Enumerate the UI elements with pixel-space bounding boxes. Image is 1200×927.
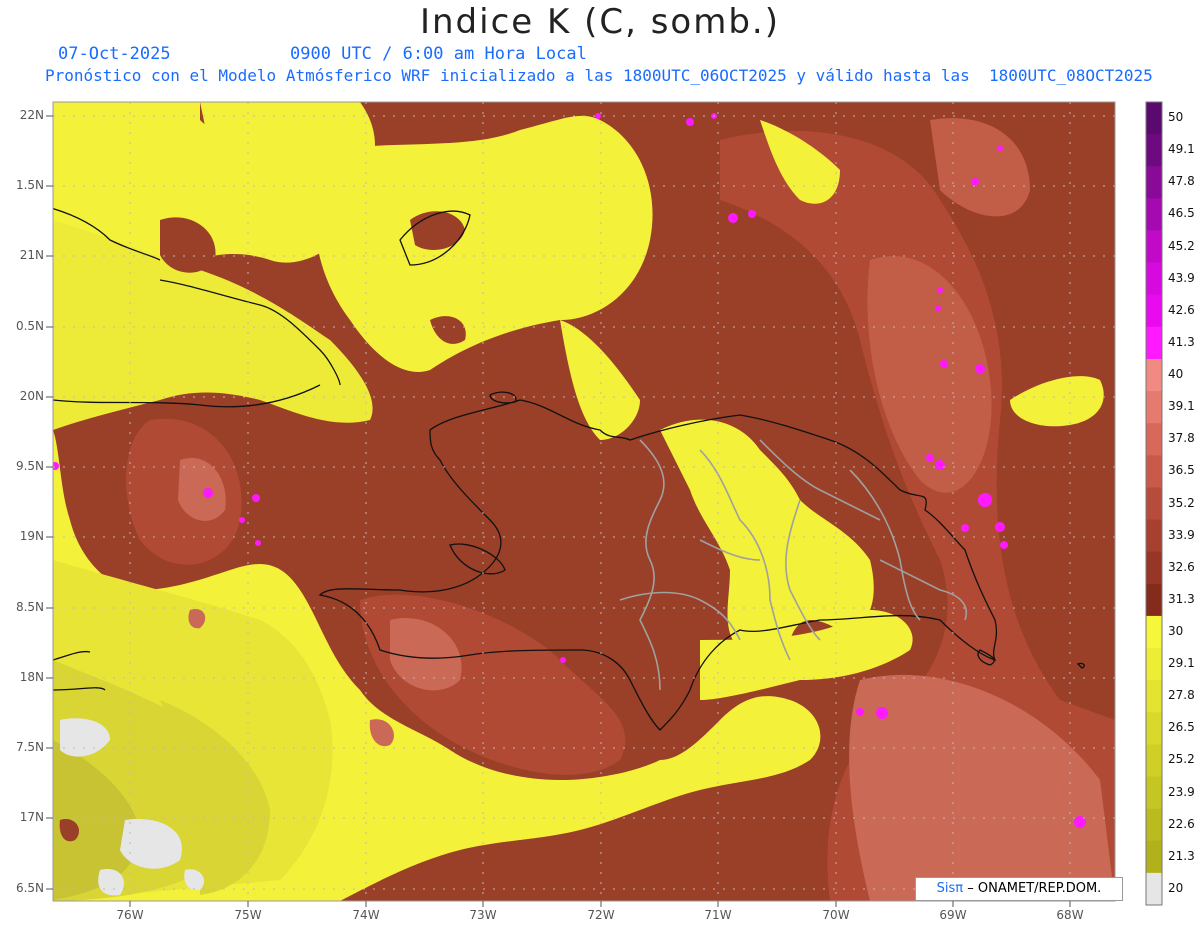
colorbar-label: 23.9 — [1168, 784, 1195, 799]
colorbar-label: 47.8 — [1168, 174, 1195, 189]
colorbar-swatch — [1146, 712, 1162, 745]
colorbar-swatch — [1146, 583, 1162, 617]
colorbar-label: 26.5 — [1168, 720, 1195, 735]
colorbar-label: 32.6 — [1168, 559, 1195, 574]
lat-label: 8.5N — [15, 600, 44, 614]
colorbar-swatch — [1146, 744, 1162, 778]
lat-label: 17N — [19, 810, 44, 824]
colorbar-label: 36.5 — [1168, 463, 1195, 478]
forecast-subtitle: Pronóstico con el Modelo Atmósferico WRF… — [45, 66, 1153, 85]
lat-label: 6.5N — [15, 881, 44, 895]
colorbar-swatch — [1146, 615, 1162, 649]
colorbar-swatch — [1146, 680, 1162, 713]
colorbar-label: 43.9 — [1168, 270, 1195, 285]
lon-label: 74W — [352, 908, 380, 922]
colorbar-label: 40 — [1168, 367, 1184, 382]
colorbar-label: 30 — [1168, 623, 1184, 638]
forecast-map — [46, 101, 1163, 907]
lon-label: 76W — [116, 908, 144, 922]
colorbar-swatch — [1146, 230, 1162, 264]
colorbar-label: 31.3 — [1168, 591, 1195, 606]
lat-label: 19N — [19, 529, 44, 543]
colorbar-swatch — [1146, 294, 1162, 328]
colorbar — [1145, 101, 1163, 906]
colorbar-swatch — [1146, 519, 1162, 553]
colorbar-swatch — [1146, 487, 1162, 521]
k-index-field — [53, 102, 1115, 901]
colorbar-label: 29.1 — [1168, 656, 1195, 671]
colorbar-swatch — [1146, 198, 1162, 231]
page-title: Indice K (C, somb.) — [419, 2, 781, 42]
colorbar-label: 50 — [1168, 110, 1184, 125]
forecast-date: 07-Oct-2025 — [58, 44, 171, 64]
colorbar-swatch — [1146, 423, 1162, 456]
colorbar-swatch — [1146, 134, 1162, 167]
lon-label: 68W — [1056, 908, 1084, 922]
colorbar-swatch — [1146, 391, 1162, 424]
lat-label: 7.5N — [15, 740, 44, 754]
lon-label: 72W — [587, 908, 615, 922]
credit-brand: Sisπ — [936, 881, 964, 896]
colorbar-swatch — [1146, 551, 1162, 585]
colorbar-swatch — [1146, 648, 1162, 681]
colorbar-swatch — [1146, 102, 1162, 135]
lat-label: 0.5N — [15, 319, 44, 333]
colorbar-swatch — [1146, 872, 1162, 906]
colorbar-label: 45.2 — [1168, 238, 1195, 253]
colorbar-swatch — [1146, 455, 1162, 488]
colorbar-label: 37.8 — [1168, 431, 1195, 446]
colorbar-label: 35.2 — [1168, 495, 1195, 510]
lon-label: 75W — [234, 908, 262, 922]
colorbar-label: 41.3 — [1168, 334, 1195, 349]
colorbar-swatch — [1146, 166, 1162, 199]
colorbar-swatch — [1146, 808, 1162, 842]
credit-text: – ONAMET/REP.DOM. — [967, 881, 1102, 896]
colorbar-label: 46.5 — [1168, 206, 1195, 221]
lat-label: 9.5N — [15, 459, 44, 473]
colorbar-label: 22.6 — [1168, 816, 1195, 831]
colorbar-label: 27.8 — [1168, 688, 1195, 703]
lon-label: 73W — [469, 908, 497, 922]
colorbar-swatch — [1146, 776, 1162, 810]
colorbar-label: 39.1 — [1168, 399, 1195, 414]
colorbar-label: 20 — [1168, 880, 1184, 895]
lon-label: 71W — [704, 908, 732, 922]
colorbar-label: 33.9 — [1168, 527, 1195, 542]
forecast-time: 0900 UTC / 6:00 am Hora Local — [290, 44, 587, 64]
colorbar-label: 25.2 — [1168, 752, 1195, 767]
lat-label: 22N — [19, 108, 44, 122]
lat-label: 20N — [19, 389, 44, 403]
colorbar-swatch — [1146, 840, 1162, 874]
colorbar-label: 42.6 — [1168, 302, 1195, 317]
lon-label: 70W — [822, 908, 850, 922]
lat-label: 1.5N — [15, 178, 44, 192]
colorbar-swatch — [1146, 326, 1162, 360]
colorbar-label: 21.3 — [1168, 848, 1195, 863]
colorbar-swatch — [1146, 262, 1162, 296]
lat-label: 18N — [19, 670, 44, 684]
lat-label: 21N — [19, 248, 44, 262]
colorbar-swatch — [1146, 358, 1162, 392]
colorbar-label: 49.1 — [1168, 142, 1195, 157]
credit-box: Sisπ – ONAMET/REP.DOM. — [915, 877, 1123, 901]
lon-label: 69W — [939, 908, 967, 922]
